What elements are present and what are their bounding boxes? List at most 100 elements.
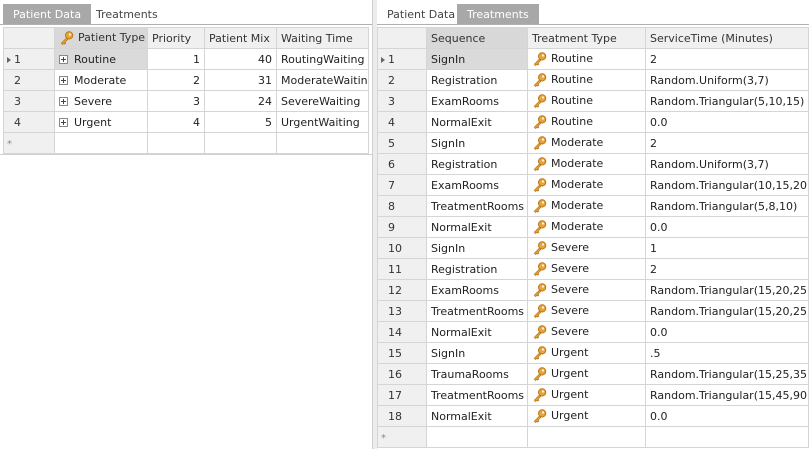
plus-expand-icon[interactable] [59,55,68,64]
cell-sequence[interactable]: Registration [426,153,528,175]
cell-waiting-time[interactable]: ModerateWaiting [276,69,369,91]
column-header-service-time[interactable]: ServiceTime (Minutes) [645,27,809,49]
cell-treatment-type[interactable]: Routine [527,48,646,70]
cell-priority[interactable]: 4 [147,111,205,133]
cell-patient-mix[interactable]: 5 [204,111,277,133]
table-row[interactable]: 11 Registration Severe 2 [377,258,809,280]
cell-sequence[interactable]: TreatmentRooms [426,384,528,406]
table-row[interactable]: 17 TreatmentRooms Urgent Random.Triangular(… [377,384,809,406]
row-header[interactable]: 11 [377,258,427,280]
table-row[interactable]: 7 ExamRooms Moderate Random.Triangular(10,1… [377,174,809,196]
new-row-header[interactable]: * [3,132,55,154]
row-header[interactable]: 4 [377,111,427,133]
new-row-cell[interactable] [276,132,369,154]
cell-service-time[interactable]: Random.Triangular(15,45,90) [645,384,809,406]
cell-treatment-type[interactable]: Moderate [527,216,646,238]
row-header[interactable]: 15 [377,342,427,364]
cell-sequence[interactable]: ExamRooms [426,279,528,301]
cell-priority[interactable]: 3 [147,90,205,112]
row-header[interactable]: 13 [377,300,427,322]
cell-sequence[interactable]: NormalExit [426,111,528,133]
cell-treatment-type[interactable]: Moderate [527,195,646,217]
column-header-patient-mix[interactable]: Patient Mix [204,27,277,49]
cell-treatment-type[interactable]: Routine [527,69,646,91]
row-header[interactable]: 5 [377,132,427,154]
cell-sequence[interactable]: TraumaRooms [426,363,528,385]
row-header[interactable]: 3 [377,90,427,112]
cell-patient-type[interactable]: Moderate [54,69,148,91]
row-header[interactable]: 2 [377,69,427,91]
cell-waiting-time[interactable]: UrgentWaiting [276,111,369,133]
table-row[interactable]: 2 Moderate 2 31 ModerateWaiting [3,69,369,91]
cell-sequence[interactable]: TreatmentRooms [426,195,528,217]
row-header[interactable]: 2 [3,69,55,91]
table-row[interactable]: 10 SignIn Severe 1 [377,237,809,259]
cell-sequence[interactable]: TreatmentRooms [426,300,528,322]
table-row[interactable]: 16 TraumaRooms Urgent Random.Triangular(15,… [377,363,809,385]
row-header[interactable]: 12 [377,279,427,301]
table-row[interactable]: 6 Registration Moderate Random.Uniform(3,7) [377,153,809,175]
cell-service-time[interactable]: Random.Triangular(15,20,25) [645,300,809,322]
table-row[interactable]: 2 Registration Routine Random.Uniform(3,7) [377,69,809,91]
row-header[interactable]: 3 [3,90,55,112]
cell-service-time[interactable]: Random.Triangular(5,10,15) [645,90,809,112]
cell-service-time[interactable]: Random.Uniform(3,7) [645,153,809,175]
cell-patient-mix[interactable]: 40 [204,48,277,70]
cell-sequence[interactable]: SignIn [426,48,528,70]
row-header[interactable]: 1 [3,48,55,70]
cell-treatment-type[interactable]: Severe [527,300,646,322]
cell-priority[interactable]: 2 [147,69,205,91]
cell-waiting-time[interactable]: RoutingWaiting [276,48,369,70]
cell-treatment-type[interactable]: Moderate [527,153,646,175]
cell-service-time[interactable]: 2 [645,48,809,70]
new-row-cell[interactable] [426,426,528,448]
row-header[interactable]: 4 [3,111,55,133]
cell-sequence[interactable]: NormalExit [426,216,528,238]
plus-expand-icon[interactable] [59,97,68,106]
tab-patient-data[interactable]: Patient Data [3,4,92,25]
table-row[interactable]: 15 SignIn Urgent .5 [377,342,809,364]
cell-patient-mix[interactable]: 24 [204,90,277,112]
cell-service-time[interactable]: 0.0 [645,216,809,238]
cell-sequence[interactable]: Registration [426,258,528,280]
cell-service-time[interactable]: Random.Triangular(10,15,20) [645,174,809,196]
column-header-treatment-type[interactable]: Treatment Type [527,27,646,49]
plus-expand-icon[interactable] [59,76,68,85]
cell-service-time[interactable]: 0.0 [645,111,809,133]
plus-expand-icon[interactable] [59,118,68,127]
cell-service-time[interactable]: 2 [645,258,809,280]
cell-treatment-type[interactable]: Severe [527,279,646,301]
table-row[interactable]: 3 Severe 3 24 SevereWaiting [3,90,369,112]
cell-patient-type[interactable]: Routine [54,48,148,70]
cell-sequence[interactable]: SignIn [426,132,528,154]
cell-treatment-type[interactable]: Moderate [527,132,646,154]
row-header[interactable]: 10 [377,237,427,259]
new-row-header[interactable]: * [377,426,427,448]
column-header-sequence[interactable]: Sequence [426,27,528,49]
new-row-cell[interactable] [645,426,809,448]
cell-patient-type[interactable]: Urgent [54,111,148,133]
cell-service-time[interactable]: 0.0 [645,405,809,427]
cell-patient-mix[interactable]: 31 [204,69,277,91]
table-row[interactable]: 8 TreatmentRooms Moderate Random.Triangular… [377,195,809,217]
cell-service-time[interactable]: .5 [645,342,809,364]
cell-treatment-type[interactable]: Routine [527,111,646,133]
cell-patient-type[interactable]: Severe [54,90,148,112]
row-header[interactable]: 1 [377,48,427,70]
cell-service-time[interactable]: 1 [645,237,809,259]
tab-treatments[interactable]: Treatments [86,4,168,25]
cell-treatment-type[interactable]: Urgent [527,405,646,427]
table-row[interactable]: 14 NormalExit Severe 0.0 [377,321,809,343]
row-header[interactable]: 14 [377,321,427,343]
cell-sequence[interactable]: NormalExit [426,321,528,343]
cell-treatment-type[interactable]: Moderate [527,174,646,196]
cell-sequence[interactable]: SignIn [426,342,528,364]
new-row-cell[interactable] [204,132,277,154]
table-row[interactable]: 4 NormalExit Routine 0.0 [377,111,809,133]
cell-service-time[interactable]: Random.Triangular(5,8,10) [645,195,809,217]
new-row-cell[interactable] [527,426,646,448]
cell-service-time[interactable]: Random.Triangular(15,20,25) [645,279,809,301]
tab-patient-data[interactable]: Patient Data [377,4,465,25]
cell-treatment-type[interactable]: Urgent [527,363,646,385]
cell-treatment-type[interactable]: Severe [527,321,646,343]
